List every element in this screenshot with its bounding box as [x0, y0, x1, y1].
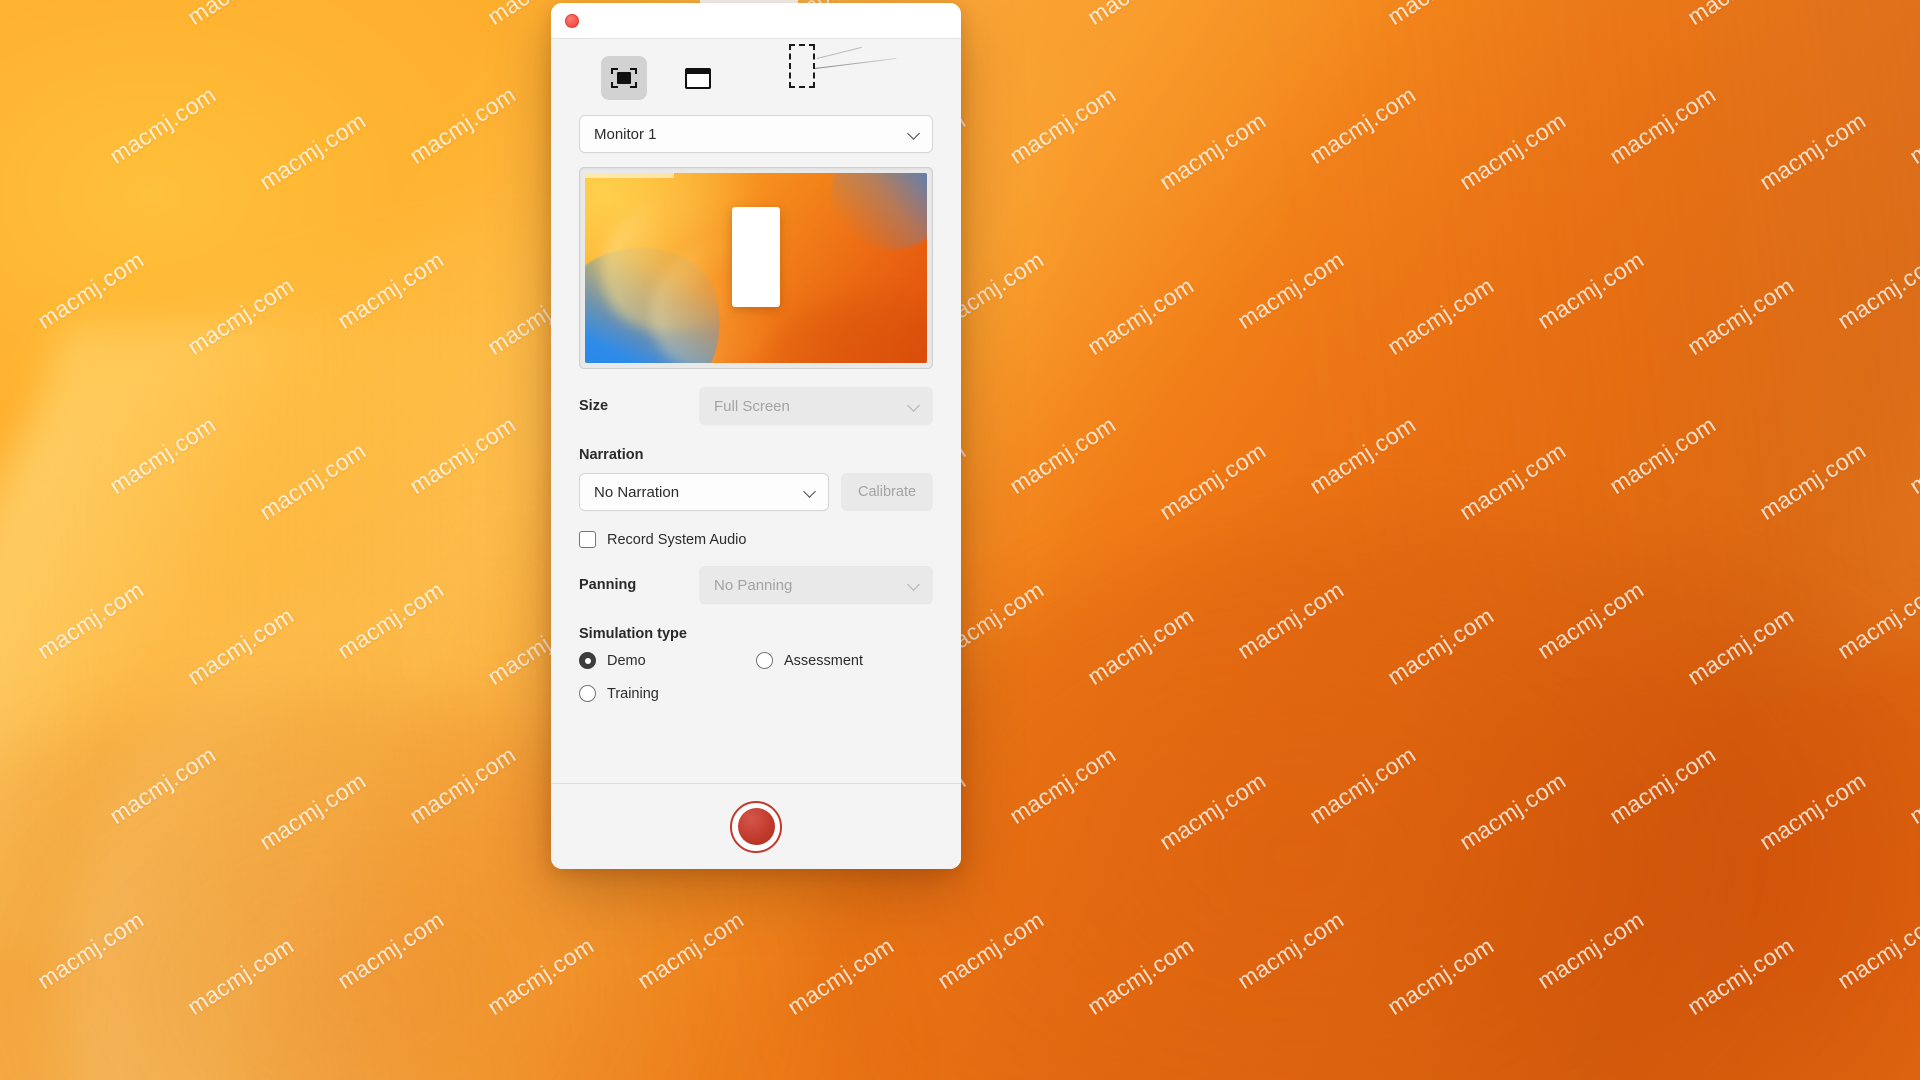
close-window-button[interactable] — [565, 13, 579, 28]
preview-menubar — [585, 173, 674, 178]
radio-assessment-label: Assessment — [784, 652, 863, 669]
record-circle-icon — [737, 808, 775, 845]
size-select-value: Full Screen — [714, 397, 790, 415]
custom-region-dashed-box — [789, 44, 815, 88]
radio-demo[interactable]: Demo — [579, 652, 756, 669]
record-system-audio-label: Record System Audio — [607, 531, 747, 548]
monitor-preview[interactable] — [579, 167, 933, 369]
record-system-audio-checkbox[interactable]: Record System Audio — [579, 531, 933, 548]
narration-section-label: Narration — [579, 447, 644, 463]
narration-select-value: No Narration — [594, 483, 680, 501]
monitor-select[interactable]: Monitor 1 — [579, 115, 933, 153]
monitor-select-row: Monitor 1 — [579, 111, 933, 153]
chevron-down-icon — [909, 579, 920, 590]
desktop-background: macmj.com macmj.com macmj.com macmj.com macm… — [0, 0, 1920, 1080]
custom-region-icon[interactable] — [789, 44, 897, 92]
radio-assessment[interactable]: Assessment — [756, 652, 933, 669]
screen-recording-dialog: Monitor 1 Size Full Screen Narration No … — [551, 3, 961, 869]
dialog-footer — [551, 783, 961, 869]
monitor-select-value: Monitor 1 — [594, 125, 657, 143]
radio-training[interactable]: Training — [579, 685, 756, 702]
window-titlebar — [551, 3, 961, 39]
radio-training-indicator-icon — [579, 685, 596, 702]
simulation-type-radio-group: Demo Assessment Training — [579, 652, 933, 702]
narration-select[interactable]: No Narration — [579, 473, 830, 511]
preview-shadow — [769, 294, 927, 363]
record-button[interactable] — [730, 800, 782, 853]
simulation-type-label: Simulation type — [579, 626, 687, 642]
radio-demo-indicator-icon — [579, 652, 596, 669]
size-select[interactable]: Full Screen — [699, 387, 933, 425]
narration-row: No Narration Calibrate — [579, 473, 933, 511]
checkbox-box-icon — [579, 531, 596, 548]
chevron-down-icon — [909, 400, 920, 411]
preview-dialog-thumbnail — [732, 207, 780, 308]
radio-training-label: Training — [607, 685, 659, 702]
radio-assessment-indicator-icon — [756, 652, 773, 669]
panning-select[interactable]: No Panning — [699, 566, 933, 604]
mode-button-window[interactable] — [675, 56, 721, 100]
screen-capture-icon — [611, 68, 637, 88]
radio-demo-label: Demo — [607, 652, 646, 669]
size-label: Size — [579, 398, 609, 414]
monitor-preview-image — [585, 173, 927, 363]
calibrate-button[interactable]: Calibrate — [841, 473, 933, 511]
preview-blue-swoosh-2 — [818, 173, 927, 263]
size-row: Size Full Screen — [579, 387, 933, 425]
dialog-body: Monitor 1 Size Full Screen Narration No … — [551, 39, 961, 783]
chevron-down-icon — [805, 486, 816, 497]
panning-label: Panning — [579, 577, 637, 593]
panning-row: Panning No Panning — [579, 566, 933, 604]
panning-select-value: No Panning — [714, 576, 793, 594]
capture-mode-toolbar — [579, 39, 933, 111]
chevron-down-icon — [909, 128, 920, 139]
mode-button-screen[interactable] — [601, 56, 647, 100]
window-capture-icon — [685, 67, 711, 89]
